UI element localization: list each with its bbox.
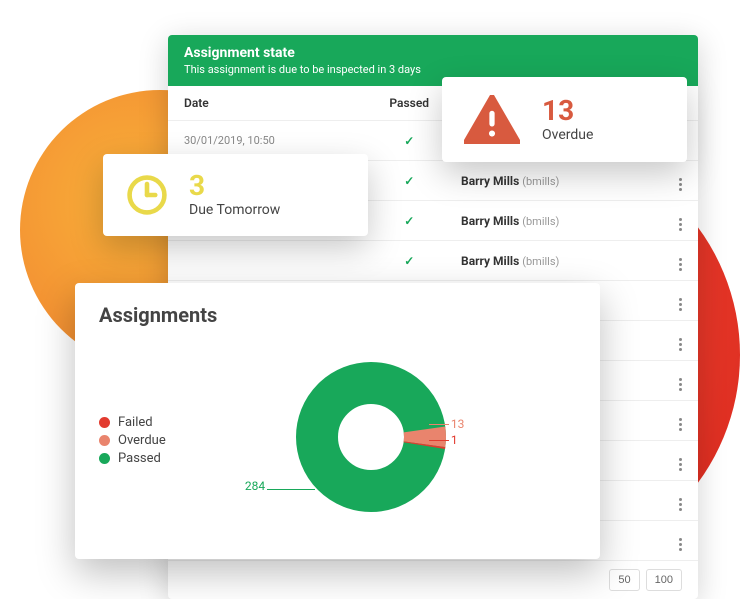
due-label: Due Tomorrow [189, 202, 280, 218]
col-passed[interactable]: Passed [373, 86, 445, 121]
callout-passed-value: 284 [245, 479, 265, 493]
overdue-card[interactable]: 13 Overdue [442, 77, 687, 162]
cell-date [168, 241, 373, 281]
assignments-title: Assignments [99, 303, 576, 327]
warning-icon [464, 95, 520, 144]
cell-inspector: Barry Mills (bmills) [445, 201, 663, 241]
col-date[interactable]: Date [168, 86, 373, 121]
pager: 50 100 [609, 569, 682, 591]
kebab-icon[interactable] [679, 178, 682, 191]
cell-actions [663, 401, 698, 441]
kebab-icon[interactable] [679, 418, 682, 431]
legend-label-overdue: Overdue [118, 433, 166, 448]
pager-option-50[interactable]: 50 [609, 569, 639, 591]
cell-passed: ✓ [373, 121, 445, 161]
callout-overdue-value: 13 [451, 417, 465, 431]
kebab-icon[interactable] [679, 338, 682, 351]
cell-actions [663, 161, 698, 201]
legend-item-failed[interactable]: Failed [99, 415, 166, 430]
legend-item-overdue[interactable]: Overdue [99, 433, 166, 448]
pager-option-100[interactable]: 100 [646, 569, 682, 591]
swatch-overdue-icon [99, 435, 110, 446]
callout-failed: 1 [451, 433, 458, 447]
due-count: 3 [189, 172, 280, 200]
cell-inspector: Barry Mills (bmills) [445, 241, 663, 281]
cell-passed: ✓ [373, 241, 445, 281]
cell-actions [663, 521, 698, 561]
callout-overdue: 13 [451, 417, 465, 431]
cell-passed: ✓ [373, 161, 445, 201]
swatch-failed-icon [99, 417, 110, 428]
check-icon: ✓ [404, 174, 414, 188]
kebab-icon[interactable] [679, 538, 682, 551]
table-row[interactable]: ✓ Barry Mills (bmills) [168, 241, 698, 281]
cell-actions [663, 201, 698, 241]
cell-passed: ✓ [373, 201, 445, 241]
legend-label-passed: Passed [118, 451, 161, 466]
check-icon: ✓ [404, 214, 414, 228]
kebab-icon[interactable] [679, 218, 682, 231]
cell-actions [663, 281, 698, 321]
cell-actions [663, 481, 698, 521]
check-icon: ✓ [404, 134, 414, 148]
kebab-icon[interactable] [679, 258, 682, 271]
legend-item-passed[interactable]: Passed [99, 451, 166, 466]
kebab-icon[interactable] [679, 298, 682, 311]
cell-actions [663, 441, 698, 481]
overdue-count: 13 [542, 97, 593, 125]
callout-passed: 284 [245, 479, 265, 493]
kebab-icon[interactable] [679, 458, 682, 471]
swatch-passed-icon [99, 453, 110, 464]
cell-actions [663, 241, 698, 281]
cell-actions [663, 361, 698, 401]
clock-icon [125, 173, 169, 217]
due-tomorrow-card[interactable]: 3 Due Tomorrow [103, 154, 368, 236]
kebab-icon[interactable] [679, 378, 682, 391]
assignments-card: Assignments Failed Overdue Passed [75, 283, 600, 559]
card-subtitle: This assignment is due to be inspected i… [184, 63, 682, 76]
overdue-label: Overdue [542, 127, 593, 143]
donut-chart: 284 13 1 [251, 345, 491, 535]
chart-legend: Failed Overdue Passed [99, 412, 166, 469]
kebab-icon[interactable] [679, 498, 682, 511]
card-title: Assignment state [184, 45, 682, 61]
legend-label-failed: Failed [118, 415, 153, 430]
callout-failed-value: 1 [451, 433, 458, 447]
check-icon: ✓ [404, 254, 414, 268]
cell-actions [663, 321, 698, 361]
cell-inspector: Barry Mills (bmills) [445, 161, 663, 201]
